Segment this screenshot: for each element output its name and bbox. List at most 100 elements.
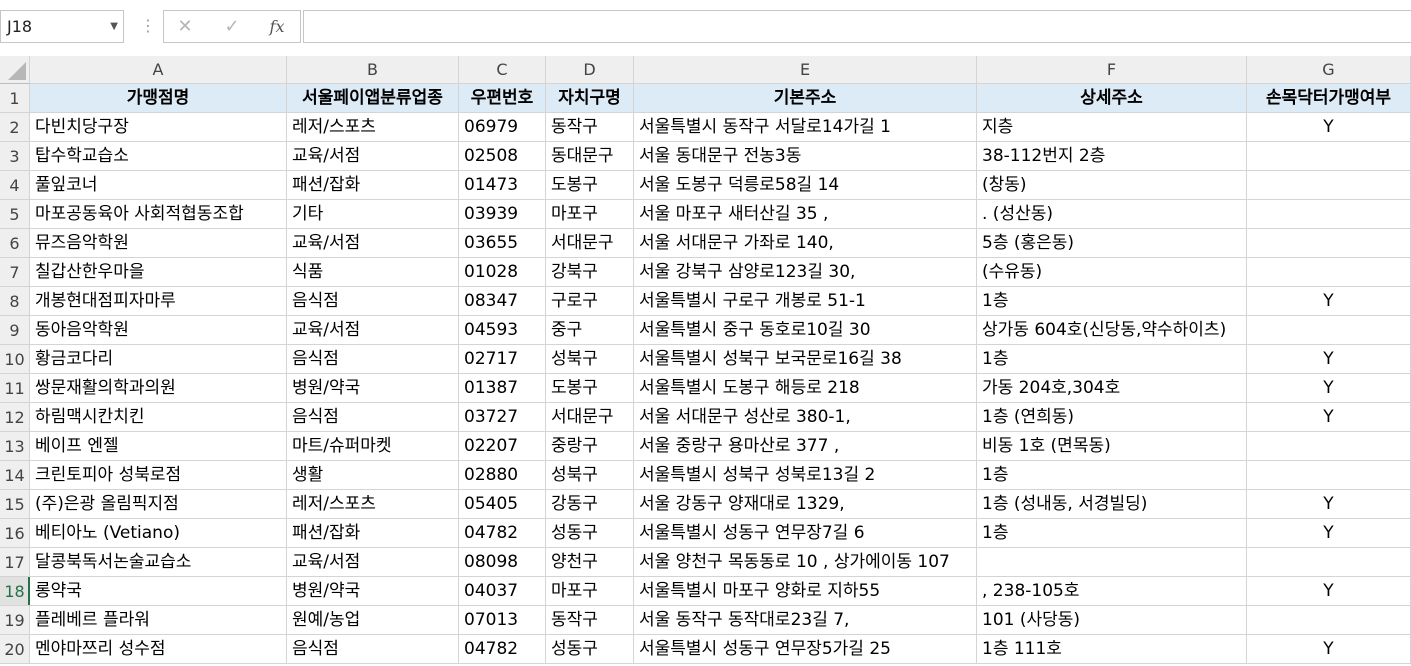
- cell-d15[interactable]: 강동구: [546, 490, 634, 519]
- cell-e3[interactable]: 서울 동대문구 전농3동: [634, 142, 977, 171]
- cell-d4[interactable]: 도봉구: [546, 171, 634, 200]
- column-header-e[interactable]: E: [634, 56, 977, 84]
- cell-g9[interactable]: [1247, 316, 1411, 345]
- cell-c12[interactable]: 03727: [459, 403, 546, 432]
- cell-d6[interactable]: 서대문구: [546, 229, 634, 258]
- cell-f5[interactable]: . (성산동): [977, 200, 1247, 229]
- cell-a18[interactable]: 롱약국: [30, 577, 287, 606]
- cell-g18[interactable]: Y: [1247, 577, 1411, 606]
- row-header-15[interactable]: 15: [0, 490, 30, 519]
- cell-c6[interactable]: 03655: [459, 229, 546, 258]
- cell-f20[interactable]: 1층 111호: [977, 635, 1247, 664]
- row-header-5[interactable]: 5: [0, 200, 30, 229]
- cell-e18[interactable]: 서울특별시 마포구 양화로 지하55: [634, 577, 977, 606]
- cell-b16[interactable]: 패션/잡화: [287, 519, 459, 548]
- column-header-b[interactable]: B: [287, 56, 459, 84]
- cell-d18[interactable]: 마포구: [546, 577, 634, 606]
- header-cell-a[interactable]: 가맹점명: [30, 84, 287, 113]
- cell-a7[interactable]: 칠갑산한우마을: [30, 258, 287, 287]
- formula-input[interactable]: [303, 10, 1411, 43]
- cell-f15[interactable]: 1층 (성내동, 서경빌딩): [977, 490, 1247, 519]
- cell-e6[interactable]: 서울 서대문구 가좌로 140,: [634, 229, 977, 258]
- cell-e7[interactable]: 서울 강북구 삼양로123길 30,: [634, 258, 977, 287]
- cell-f2[interactable]: 지층: [977, 113, 1247, 142]
- cell-e13[interactable]: 서울 중랑구 용마산로 377 ,: [634, 432, 977, 461]
- cell-a13[interactable]: 베이프 엔젤: [30, 432, 287, 461]
- cell-c4[interactable]: 01473: [459, 171, 546, 200]
- header-cell-d[interactable]: 자치구명: [546, 84, 634, 113]
- cell-e4[interactable]: 서울 도봉구 덕릉로58길 14: [634, 171, 977, 200]
- cell-d7[interactable]: 강북구: [546, 258, 634, 287]
- cell-e19[interactable]: 서울 동작구 동작대로23길 7,: [634, 606, 977, 635]
- row-header-9[interactable]: 9: [0, 316, 30, 345]
- cell-a10[interactable]: 황금코다리: [30, 345, 287, 374]
- column-header-a[interactable]: A: [30, 56, 287, 84]
- cell-e5[interactable]: 서울 마포구 새터산길 35 ,: [634, 200, 977, 229]
- row-header-3[interactable]: 3: [0, 142, 30, 171]
- row-header-17[interactable]: 17: [0, 548, 30, 577]
- cell-b9[interactable]: 교육/서점: [287, 316, 459, 345]
- cell-b12[interactable]: 음식점: [287, 403, 459, 432]
- row-header-12[interactable]: 12: [0, 403, 30, 432]
- cell-b7[interactable]: 식품: [287, 258, 459, 287]
- cell-d17[interactable]: 양천구: [546, 548, 634, 577]
- cell-b15[interactable]: 레저/스포츠: [287, 490, 459, 519]
- cell-f13[interactable]: 비동 1호 (면목동): [977, 432, 1247, 461]
- cell-a8[interactable]: 개봉현대점피자마루: [30, 287, 287, 316]
- cell-g14[interactable]: [1247, 461, 1411, 490]
- column-header-g[interactable]: G: [1247, 56, 1411, 84]
- cell-c9[interactable]: 04593: [459, 316, 546, 345]
- cell-b11[interactable]: 병원/약국: [287, 374, 459, 403]
- cell-e10[interactable]: 서울특별시 성북구 보국문로16길 38: [634, 345, 977, 374]
- cell-b8[interactable]: 음식점: [287, 287, 459, 316]
- cell-d11[interactable]: 도봉구: [546, 374, 634, 403]
- cell-b3[interactable]: 교육/서점: [287, 142, 459, 171]
- cell-a4[interactable]: 풀잎코너: [30, 171, 287, 200]
- cell-a3[interactable]: 탑수학교습소: [30, 142, 287, 171]
- cell-a16[interactable]: 베티아노 (Vetiano): [30, 519, 287, 548]
- cell-d8[interactable]: 구로구: [546, 287, 634, 316]
- cell-c11[interactable]: 01387: [459, 374, 546, 403]
- cell-d5[interactable]: 마포구: [546, 200, 634, 229]
- cell-g10[interactable]: Y: [1247, 345, 1411, 374]
- cell-g4[interactable]: [1247, 171, 1411, 200]
- cell-c15[interactable]: 05405: [459, 490, 546, 519]
- row-header-14[interactable]: 14: [0, 461, 30, 490]
- cell-b4[interactable]: 패션/잡화: [287, 171, 459, 200]
- close-icon[interactable]: ✕: [172, 15, 198, 39]
- cell-b20[interactable]: 음식점: [287, 635, 459, 664]
- cell-c20[interactable]: 04782: [459, 635, 546, 664]
- row-header-20[interactable]: 20: [0, 635, 30, 664]
- cell-g13[interactable]: [1247, 432, 1411, 461]
- row-header-19[interactable]: 19: [0, 606, 30, 635]
- header-cell-f[interactable]: 상세주소: [977, 84, 1247, 113]
- cell-f19[interactable]: 101 (사당동): [977, 606, 1247, 635]
- cell-d10[interactable]: 성북구: [546, 345, 634, 374]
- cell-c18[interactable]: 04037: [459, 577, 546, 606]
- cell-a12[interactable]: 하림맥시칸치킨: [30, 403, 287, 432]
- cell-e9[interactable]: 서울특별시 중구 동호로10길 30: [634, 316, 977, 345]
- cell-d9[interactable]: 중구: [546, 316, 634, 345]
- header-cell-e[interactable]: 기본주소: [634, 84, 977, 113]
- row-header-2[interactable]: 2: [0, 113, 30, 142]
- cell-f9[interactable]: 상가동 604호(신당동,약수하이츠): [977, 316, 1247, 345]
- cell-a2[interactable]: 다빈치당구장: [30, 113, 287, 142]
- cell-g12[interactable]: Y: [1247, 403, 1411, 432]
- cell-d20[interactable]: 성동구: [546, 635, 634, 664]
- cell-g2[interactable]: Y: [1247, 113, 1411, 142]
- row-header-4[interactable]: 4: [0, 171, 30, 200]
- cell-a6[interactable]: 뮤즈음악학원: [30, 229, 287, 258]
- cell-a9[interactable]: 동아음악학원: [30, 316, 287, 345]
- cell-b14[interactable]: 생활: [287, 461, 459, 490]
- row-header-11[interactable]: 11: [0, 374, 30, 403]
- row-header-8[interactable]: 8: [0, 287, 30, 316]
- cell-e20[interactable]: 서울특별시 성동구 연무장5가길 25: [634, 635, 977, 664]
- cell-g5[interactable]: [1247, 200, 1411, 229]
- cell-g7[interactable]: [1247, 258, 1411, 287]
- cell-f3[interactable]: 38-112번지 2층: [977, 142, 1247, 171]
- row-header-7[interactable]: 7: [0, 258, 30, 287]
- cell-b17[interactable]: 교육/서점: [287, 548, 459, 577]
- cell-a20[interactable]: 멘야마쯔리 성수점: [30, 635, 287, 664]
- cell-d3[interactable]: 동대문구: [546, 142, 634, 171]
- cell-b13[interactable]: 마트/슈퍼마켓: [287, 432, 459, 461]
